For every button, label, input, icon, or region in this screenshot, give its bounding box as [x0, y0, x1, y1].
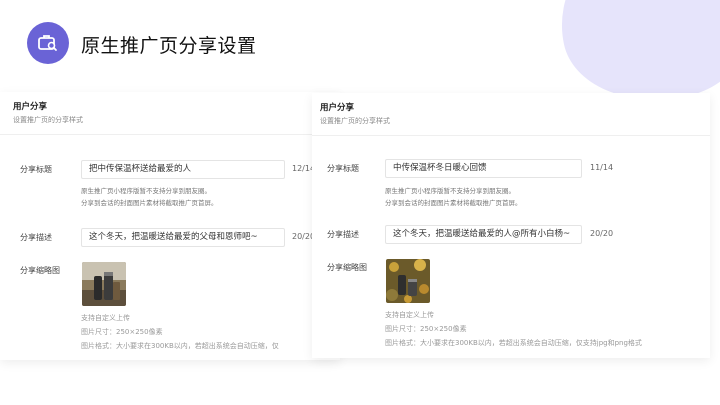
share-title-hint: 分享到会话的封面图片素材将截取推广页首屏。	[385, 199, 522, 207]
section-subtitle: 设置推广页的分享样式	[320, 117, 390, 125]
share-title-hint: 分享到会话的封面图片素材将截取推广页首屏。	[81, 199, 218, 207]
page-title: 原生推广页分享设置	[81, 35, 257, 57]
share-thumbnail-image[interactable]	[82, 262, 126, 306]
share-thumb-label: 分享缩略图	[20, 266, 60, 275]
divider	[312, 135, 710, 136]
section-subtitle: 设置推广页的分享样式	[13, 116, 83, 124]
share-desc-input[interactable]: 这个冬天，把温暖送给最爱的父母和恩师吧~	[81, 228, 285, 247]
section-title: 用户分享	[13, 102, 48, 112]
image-size-note: 图片尺寸：250×250像素	[81, 328, 163, 336]
share-title-label: 分享标题	[327, 164, 359, 173]
share-desc-label: 分享描述	[20, 233, 52, 242]
share-title-count: 11/14	[590, 163, 614, 172]
share-title-input[interactable]: 中传保温杯冬日暖心回馈	[385, 159, 582, 178]
share-desc-input[interactable]: 这个冬天，把温暖送给最爱的人@所有小白杨~	[385, 225, 582, 244]
share-title-label: 分享标题	[20, 165, 52, 174]
upload-note: 支持自定义上传	[81, 314, 130, 322]
share-desc-label: 分享描述	[327, 230, 359, 239]
divider	[0, 134, 340, 135]
share-thumb-label: 分享缩略图	[327, 263, 367, 272]
image-size-note: 图片尺寸：250×250像素	[385, 325, 467, 333]
section-title: 用户分享	[320, 103, 355, 113]
share-settings-panel-right: 用户分享 设置推广页的分享样式 分享标题 中传保温杯冬日暖心回馈 11/14 原…	[312, 93, 710, 358]
image-format-note: 图片格式：大小要求在300KB以内，若超出系统会自动压缩，仅支持jpg和png格…	[385, 339, 642, 347]
share-title-input[interactable]: 把中传保温杯送给最爱的人	[81, 160, 285, 179]
briefcase-search-icon	[38, 35, 57, 51]
share-settings-panel-left: 用户分享 设置推广页的分享样式 分享标题 把中传保温杯送给最爱的人 12/14 …	[0, 92, 340, 360]
header-badge	[27, 22, 69, 64]
image-format-note: 图片格式：大小要求在300KB以内，若超出系统会自动压缩，仅	[81, 342, 279, 350]
share-thumbnail-image[interactable]	[386, 259, 430, 303]
share-desc-count: 20/20	[590, 229, 614, 238]
share-title-hint: 原生推广页小程序版暂不支持分享到朋友圈。	[81, 187, 211, 195]
upload-note: 支持自定义上传	[385, 311, 434, 319]
share-title-hint: 原生推广页小程序版暂不支持分享到朋友圈。	[385, 187, 515, 195]
